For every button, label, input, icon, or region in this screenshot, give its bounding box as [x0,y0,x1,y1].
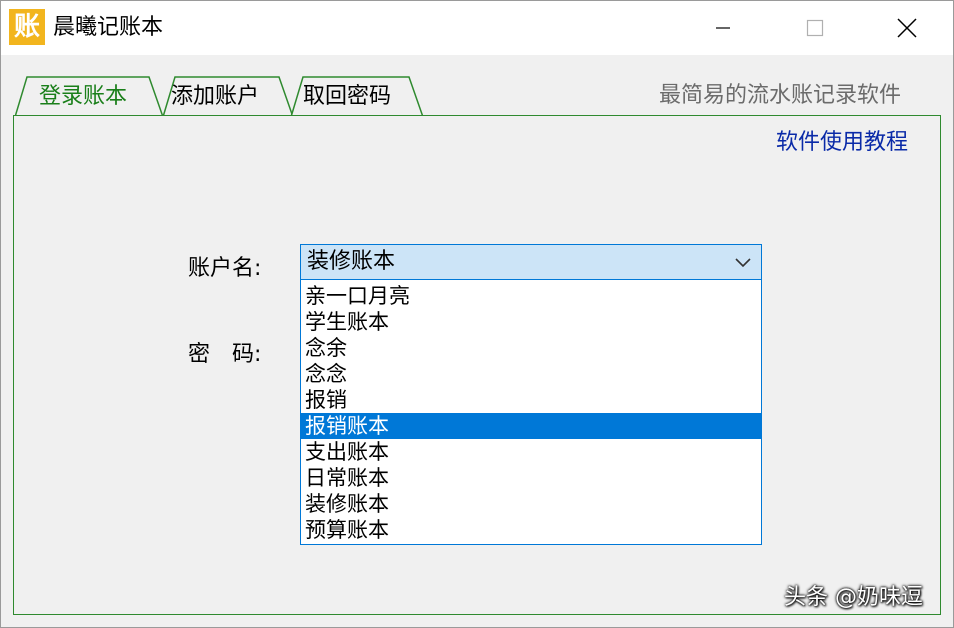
login-panel: 软件使用教程 账户名: 密 码: 装修账本 亲一口月亮 学生账本 念余 念念 报… [13,115,941,615]
dropdown-option[interactable]: 学生账本 [301,309,761,335]
tab-login[interactable]: 登录账本 [15,75,164,117]
tab-strip: 登录账本 添加账户 取回密码 [15,75,435,117]
dropdown-option[interactable]: 念余 [301,335,761,361]
app-tagline: 最简易的流水账记录软件 [659,83,902,108]
close-button[interactable] [861,1,953,55]
app-window: 账 晨曦记账本 登录账本 添加账户 取回密码 最简易的流水账记录软件 软件使用教… [0,0,954,628]
dropdown-option[interactable]: 日常账本 [301,465,761,491]
account-select-value: 装修账本 [307,249,396,274]
tab-add-account-label: 添加账户 [171,84,260,109]
tab-add-account[interactable]: 添加账户 [153,75,294,117]
tutorial-link[interactable]: 软件使用教程 [776,128,908,158]
title-bar[interactable]: 账 晨曦记账本 [1,1,953,55]
chevron-down-icon [735,258,751,268]
window-content: 登录账本 添加账户 取回密码 最简易的流水账记录软件 软件使用教程 账户名: 密… [1,55,953,627]
account-name-label: 账户名: [188,256,262,281]
account-select[interactable]: 装修账本 [300,244,762,280]
app-logo-icon: 账 [9,9,45,45]
dropdown-option[interactable]: 支出账本 [301,439,761,465]
tab-login-label: 登录账本 [39,84,128,109]
dropdown-option[interactable]: 预算账本 [301,517,761,543]
password-label: 密 码: [188,342,262,367]
minimize-button[interactable] [677,1,769,55]
dropdown-option[interactable]: 装修账本 [301,491,761,517]
dropdown-option[interactable]: 念念 [301,361,761,387]
minimize-icon [716,27,730,29]
maximize-icon [806,19,824,37]
watermark: 头条 @奶味逗 [784,585,923,610]
tab-recover-password-label: 取回密码 [303,84,392,109]
dropdown-option[interactable]: 亲一口月亮 [301,283,761,309]
maximize-button[interactable] [769,1,861,55]
window-title: 晨曦记账本 [53,15,164,40]
tab-recover-password[interactable]: 取回密码 [281,75,425,117]
dropdown-option-highlighted[interactable]: 报销账本 [301,413,761,439]
close-icon [897,18,917,38]
account-dropdown-list: 亲一口月亮 学生账本 念余 念念 报销 报销账本 支出账本 日常账本 装修账本 … [300,279,762,545]
dropdown-option[interactable]: 报销 [301,387,761,413]
